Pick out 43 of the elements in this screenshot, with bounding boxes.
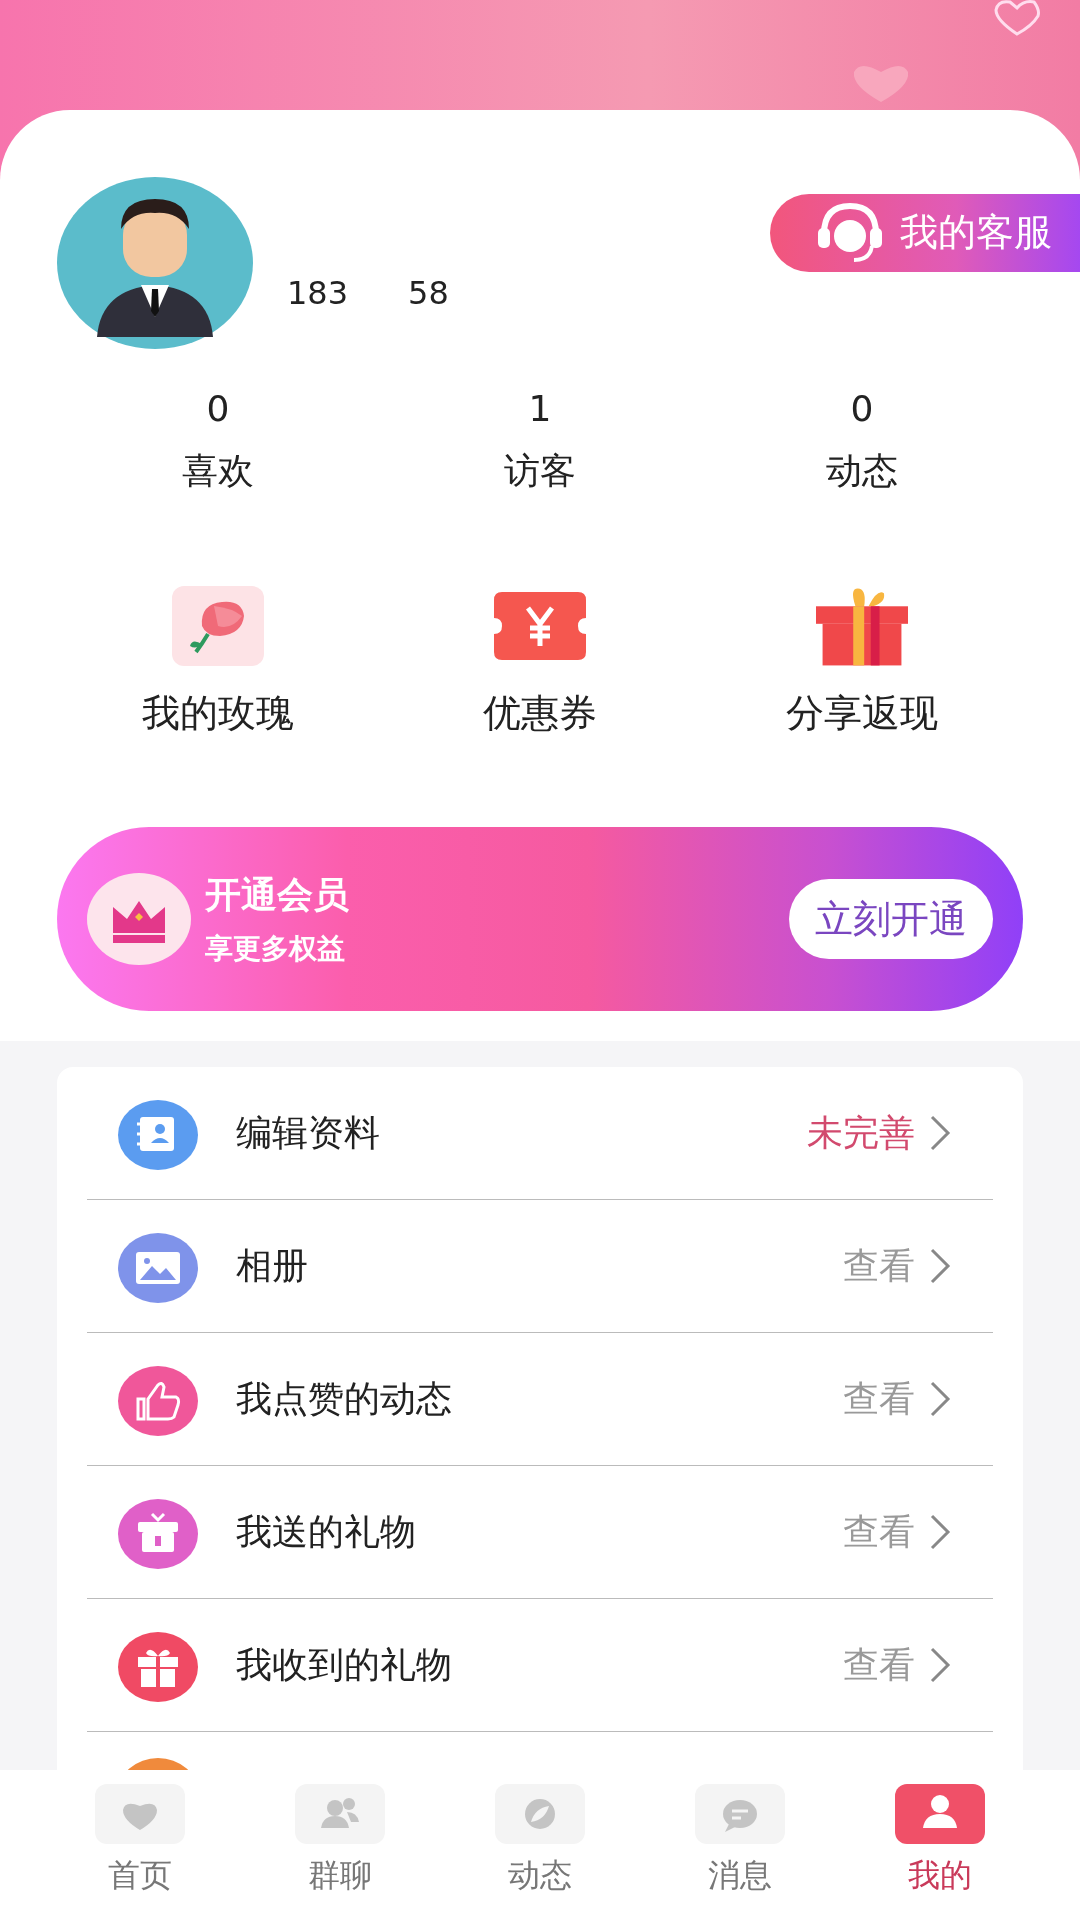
chat-icon [695,1784,785,1844]
customer-service-button[interactable]: 我的客服 [770,193,1080,272]
stat-label: 访客 [504,449,576,493]
stat-count: 1 [528,388,552,429]
menu-item[interactable]: 我点赞的动态 [236,1374,843,1424]
user-id: 183 [287,273,349,312]
heart-drawing [992,0,1042,36]
gift-icon [816,586,908,666]
chevron-icon [929,1113,951,1153]
menu-status: 查看 [843,1243,915,1288]
shortcut-button[interactable]: 我的玫瑰 [57,586,379,739]
tab-item[interactable]: 群聊 [240,1770,440,1920]
menu-item[interactable]: 编辑资料 [236,1108,807,1158]
activate-button[interactable]: 立刻开通 [789,879,993,959]
tab-item[interactable]: 消息 [640,1770,840,1920]
tab-item[interactable]: 首页 [40,1770,240,1920]
stat-count: 0 [850,388,874,429]
chevron-icon [929,1379,951,1419]
menu-status: 未完善 [807,1110,915,1155]
chevron-icon [929,1246,951,1286]
menu-item[interactable]: 我收到的礼物 [236,1640,843,1690]
stat-label: 动态 [826,449,898,493]
shortcut-button[interactable]: 优惠券 [379,586,701,739]
chevron-icon [929,1645,951,1685]
crown-icon [87,873,191,965]
stat-label: 喜欢 [182,449,254,493]
shortcut-button[interactable]: 分享返现 [701,586,1023,739]
person-icon [895,1784,985,1844]
vip-title: 开通会员 [205,872,350,917]
menu-status: 查看 [843,1509,915,1554]
tab-item[interactable]: 我的 [840,1770,1040,1920]
menu-status: 查看 [843,1642,915,1687]
stat-count: 0 [206,388,230,429]
tab-item[interactable]: 动态 [440,1770,640,1920]
menu-status: 查看 [843,1376,915,1421]
chevron-icon [929,1512,951,1552]
rose-icon [172,586,264,666]
menu-item[interactable]: 我送的礼物 [236,1507,843,1557]
user-id: 58 [408,273,449,312]
group-icon [295,1784,385,1844]
vip-subtitle: 享更多权益 [205,930,346,967]
leaf-icon [495,1784,585,1844]
menu-item[interactable]: 相册 [236,1241,843,1291]
